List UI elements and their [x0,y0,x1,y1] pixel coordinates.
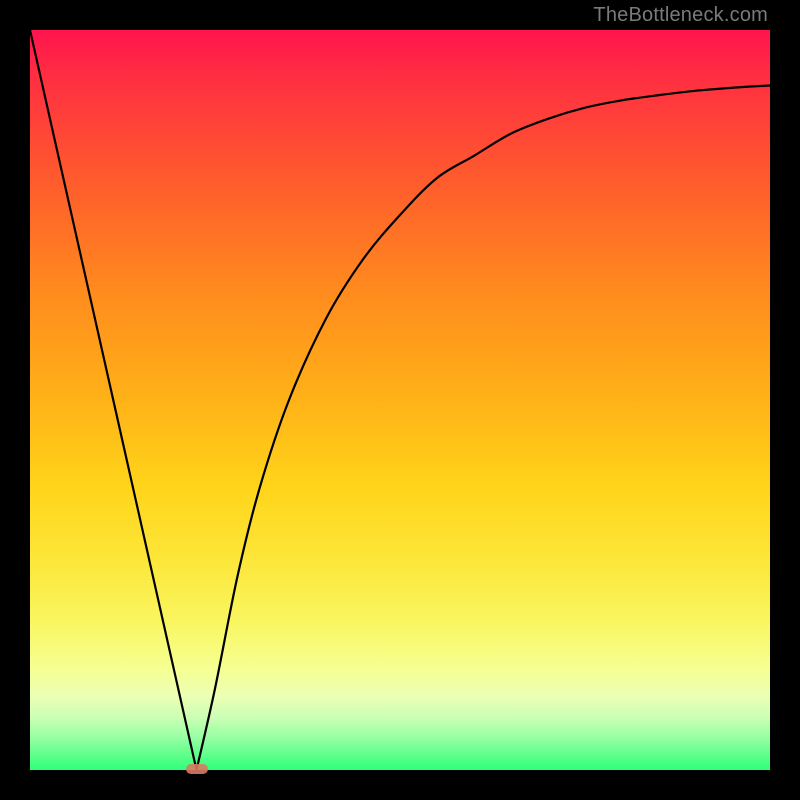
dip-marker [186,764,208,774]
bottleneck-curve [30,30,770,770]
curve-svg [30,30,770,770]
watermark-text: TheBottleneck.com [593,4,768,27]
plot-area [30,30,770,770]
chart-frame: TheBottleneck.com [0,0,800,800]
